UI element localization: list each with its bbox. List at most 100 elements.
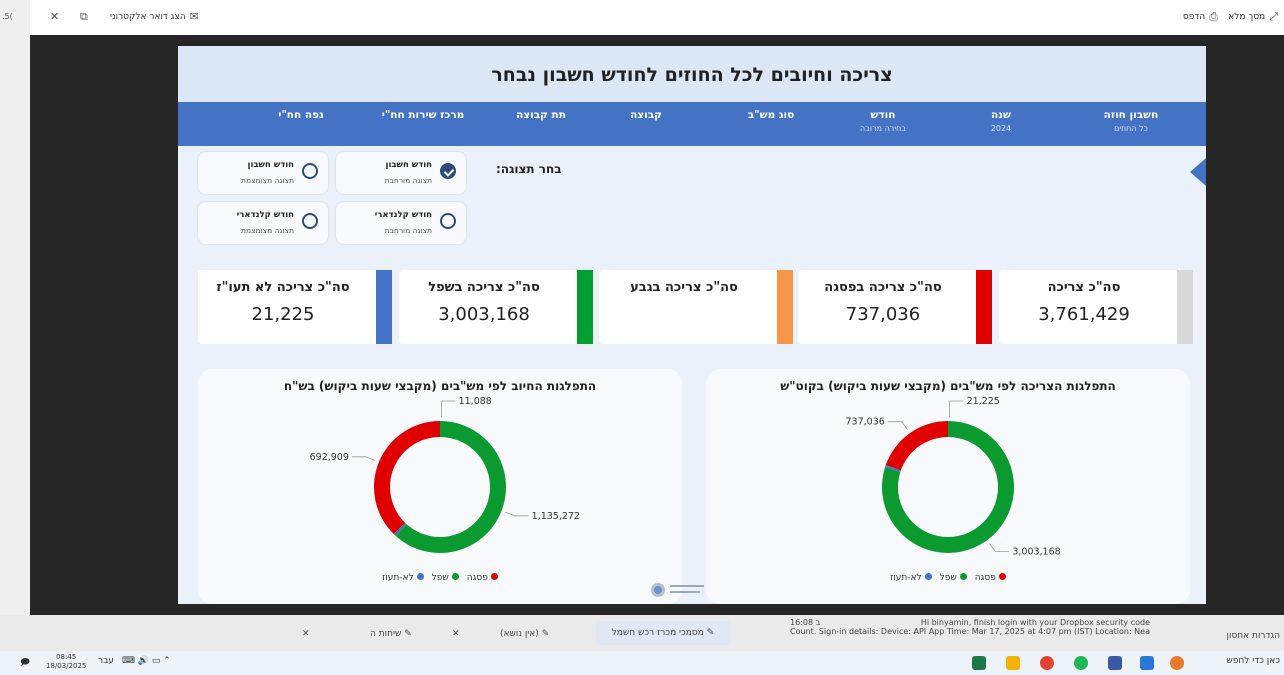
app-grid-icon[interactable]	[1140, 656, 1154, 670]
file-explorer-icon[interactable]	[1006, 656, 1020, 670]
tab-tender-docs[interactable]: ✎ מסמכי מכרז רכש חשמל	[596, 621, 730, 645]
filter-year[interactable]: שנה 2024	[966, 109, 1036, 133]
filter-group[interactable]: קבוצה	[606, 109, 686, 124]
donut-slice-0[interactable]	[374, 421, 440, 535]
kpi-non-tou-consumption: סה"כ צריכה לא תעו"ז 21,225	[198, 270, 392, 344]
viewer-toolbar: ⤢ מסך מלא ⎙ הדפס ✉ הצג דואר אלקטרוני ⧉ ✕	[0, 0, 1284, 34]
chrome-icon[interactable]	[1040, 656, 1054, 670]
language-indicator[interactable]: עבר	[98, 656, 114, 666]
legend-low: שפל	[940, 573, 967, 583]
data-label: 737,036	[846, 417, 885, 428]
data-label: 1,135,272	[532, 511, 580, 522]
legend-dot	[959, 573, 967, 580]
close-icon: ✕	[50, 10, 60, 23]
company-logo	[651, 583, 704, 597]
donut-slice-0[interactable]	[885, 421, 948, 471]
leader-line	[887, 421, 908, 431]
billing-donut-chart: 692,909 1,135,272 11,088	[310, 396, 580, 553]
clock[interactable]: 08:45 18/03/2025	[46, 653, 86, 671]
legend-low: שפל	[432, 573, 459, 583]
printer-icon: ⎙	[1209, 10, 1218, 23]
left-panel-strip: .5(	[0, 0, 30, 615]
data-label: 3,003,168	[1012, 546, 1060, 557]
option-calendar-month-expanded[interactable]: חודש קלנדארי תצוגה מורחבת	[336, 202, 466, 244]
chart-legend: פסגה שפל לא-תעוז	[198, 573, 682, 583]
tab-calls[interactable]: ✎ שיחות ה	[370, 629, 412, 639]
legend-na: לא-תעוז	[890, 573, 932, 583]
pencil-icon: ✎	[541, 629, 550, 639]
storage-settings-link[interactable]: הגדרות אחסון	[1227, 631, 1280, 641]
expand-panel-arrow-icon[interactable]	[1190, 158, 1206, 186]
kpi-color-bar	[577, 270, 593, 344]
billing-donut-panel: התפלגות החיוב לפי מש"בים (מקבצי שעות ביק…	[198, 369, 682, 604]
leader-line	[948, 400, 964, 418]
report-page: צריכה וחיובים לכל החוזים לחודש חשבון נבח…	[178, 46, 1206, 604]
taskbar: 🗩 08:45 18/03/2025 עבר ⌨ 🔊 ▭ ⌃ כאן כדי ל…	[0, 651, 1284, 675]
close-button[interactable]: ✕	[50, 10, 59, 23]
fullscreen-button[interactable]: ⤢ מסך מלא	[1228, 10, 1278, 24]
kpi-color-bar	[976, 270, 992, 344]
kpi-total-consumption: סה"כ צריכה 3,761,429	[999, 270, 1193, 344]
data-label: 11,088	[459, 396, 492, 407]
report-title: צריכה וחיובים לכל החוזים לחודש חשבון נבח…	[491, 64, 893, 86]
filter-tou-type[interactable]: סוג מש"ב	[731, 109, 811, 124]
legend-dot	[924, 573, 932, 580]
radio-icon	[440, 213, 456, 229]
tray-icons[interactable]: ⌨ 🔊 ▭ ⌃	[122, 656, 171, 666]
expand-icon: ⤢	[1269, 10, 1278, 23]
leader-line	[440, 400, 456, 418]
chart-legend: פסגה שפל לא-תעוז	[706, 573, 1190, 583]
left-number: .5(	[2, 12, 13, 21]
option-billing-month-expanded[interactable]: חודש חשבון תצוגה מורחבת	[336, 152, 466, 194]
legend-peak: פסגה	[975, 573, 1006, 583]
leader-line	[505, 511, 529, 517]
display-select-label: בחר תצוגה:	[496, 162, 562, 176]
email-preview[interactable]: 16:08 ב Hi binyamin, finish login with y…	[790, 618, 1150, 636]
email-icon: ✉	[189, 10, 199, 23]
print-button[interactable]: ⎙ הדפס	[1183, 10, 1218, 24]
leader-line	[351, 456, 376, 461]
pencil-icon: ✎	[706, 628, 715, 638]
filter-contract-account[interactable]: חשבון חוזה כל החוזים	[1076, 109, 1186, 133]
filter-subgroup[interactable]: תת קבוצה	[491, 109, 591, 124]
filter-month[interactable]: חודש בחירה מרובה	[838, 109, 928, 133]
spotify-icon[interactable]	[1074, 656, 1088, 670]
filter-district[interactable]: נפה חח"י	[256, 109, 346, 124]
option-calendar-month-compact[interactable]: חודש קלנדארי תצוגה מצומצמת	[198, 202, 328, 244]
basketball-icon[interactable]	[1170, 656, 1184, 670]
kpi-shoulder-consumption: סה"כ צריכה בגבע	[599, 270, 793, 344]
legend-dot	[998, 573, 1006, 580]
filter-service-center[interactable]: מרכז שירות חח"י	[363, 109, 483, 124]
legend-dot	[416, 573, 424, 580]
checked-radio-icon	[440, 163, 456, 179]
pencil-icon: ✎	[404, 629, 412, 639]
close-tab-icon[interactable]: ✕	[452, 629, 460, 639]
kpi-color-bar	[777, 270, 793, 344]
show-email-button[interactable]: ✉ הצג דואר אלקטרוני	[110, 10, 199, 23]
tab-no-subject[interactable]: ✎ (אין נושא)	[500, 629, 549, 639]
kpi-offpeak-consumption: סה"כ צריכה בשפל 3,003,168	[399, 270, 593, 344]
search-box[interactable]: כאן כדי לחפש	[1226, 656, 1280, 666]
filter-bar: חשבון חוזה כל החוזים שנה 2024 חודש בחירה…	[178, 102, 1206, 146]
kpi-peak-consumption: סה"כ צריכה בפסגה 737,036	[798, 270, 992, 344]
legend-dot	[490, 573, 498, 580]
consumption-donut-chart: 737,036 3,003,168 21,225	[846, 396, 1061, 557]
legend-dot	[451, 573, 459, 580]
app-icon[interactable]	[1108, 656, 1122, 670]
legend-peak: פסגה	[467, 573, 498, 583]
close-tab-icon[interactable]: ✕	[302, 629, 310, 639]
mail-tabs-bar: ✎ מסמכי מכרז רכש חשמל ✎ (אין נושא) ✕ ✎ ש…	[0, 615, 1284, 651]
data-label: 21,225	[967, 396, 1000, 407]
data-label: 692,909	[310, 452, 349, 463]
radio-icon	[302, 163, 318, 179]
popout-icon: ⧉	[80, 10, 88, 23]
kpi-color-bar	[1177, 270, 1193, 344]
leader-line	[989, 543, 1010, 552]
option-billing-month-compact[interactable]: חודש חשבון תצוגה מצומצמת	[198, 152, 328, 194]
title-bar: צריכה וחיובים לכל החוזים לחודש חשבון נבח…	[178, 46, 1206, 102]
notification-icon[interactable]: 🗩	[20, 655, 30, 671]
excel-icon[interactable]	[972, 656, 986, 670]
popout-button[interactable]: ⧉	[80, 10, 88, 24]
legend-na: לא-תעוז	[382, 573, 424, 583]
kpi-color-bar	[376, 270, 392, 344]
